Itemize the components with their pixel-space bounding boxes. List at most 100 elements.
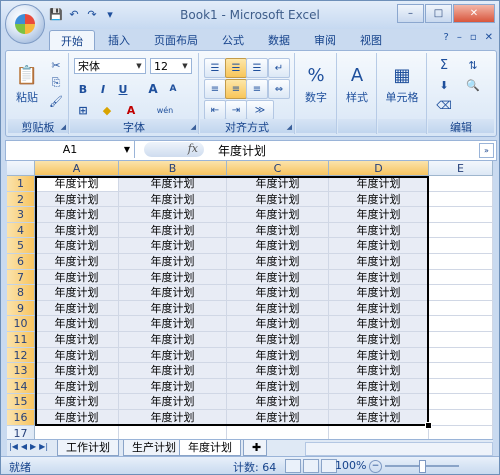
cell-d3[interactable]: 年度计划 [329,207,429,223]
normal-view-icon[interactable] [285,459,301,473]
row-header-4[interactable]: 4 [7,222,35,239]
row-header-13[interactable]: 13 [7,363,35,379]
cell-d17[interactable] [329,425,429,439]
cell-d15[interactable]: 年度计划 [329,394,429,410]
cell-c6[interactable]: 年度计划 [227,254,329,270]
last-sheet-icon[interactable]: ▶| [39,442,48,451]
cell-d4[interactable]: 年度计划 [329,222,429,239]
row-header-10[interactable]: 10 [7,316,35,332]
sheet-tab-work-plan[interactable]: 工作计划 [57,440,119,456]
tab-review[interactable]: 审阅 [303,30,347,50]
font-color-icon[interactable]: A [122,101,140,119]
cell-d10[interactable]: 年度计划 [329,316,429,332]
cell-e3[interactable] [429,207,493,223]
cell-c4[interactable]: 年度计划 [227,222,329,239]
row-header-12[interactable]: 12 [7,347,35,364]
ribbon-restore-button[interactable]: ▫ [470,32,477,43]
align-middle-icon[interactable]: ☰ [225,58,247,78]
zoom-level[interactable]: 100% [335,459,366,472]
cut-icon[interactable]: ✂ [48,57,64,73]
format-painter-icon[interactable]: 🖌 [48,93,64,109]
alignment-launcher-icon[interactable]: ◢ [287,123,292,131]
cell-a12[interactable]: 年度计划 [35,347,119,364]
row-header-6[interactable]: 6 [7,254,35,270]
cell-d1[interactable]: 年度计划 [329,176,429,192]
page-layout-view-icon[interactable] [303,459,319,473]
tab-data[interactable]: 数据 [257,30,301,50]
row-header-3[interactable]: 3 [7,207,35,223]
sort-filter-icon[interactable]: ⇅ [460,57,486,73]
cell-b17[interactable] [119,425,227,439]
underline-button[interactable]: U [114,80,132,98]
number-button[interactable]: % 数字 [298,55,334,111]
clipboard-launcher-icon[interactable]: ◢ [61,123,66,131]
row-header-1[interactable]: 1 [7,176,35,192]
align-left-icon[interactable]: ≡ [204,79,226,99]
zoom-slider-thumb[interactable] [419,460,426,473]
cell-a5[interactable]: 年度计划 [35,238,119,254]
cell-a14[interactable]: 年度计划 [35,378,119,395]
cell-d5[interactable]: 年度计划 [329,238,429,254]
orientation-icon[interactable]: ≫ [246,100,274,120]
cell-c16[interactable]: 年度计划 [227,410,329,426]
font-launcher-icon[interactable]: ◢ [191,123,196,131]
cell-c15[interactable]: 年度计划 [227,394,329,410]
decrease-indent-icon[interactable]: ⇤ [204,100,226,120]
shrink-font-button[interactable]: A [164,80,182,98]
tab-view[interactable]: 视图 [349,30,393,50]
row-header-5[interactable]: 5 [7,238,35,254]
sheet-tab-production-plan[interactable]: 生产计划 [123,440,185,456]
cell-d9[interactable]: 年度计划 [329,300,429,317]
cell-a4[interactable]: 年度计划 [35,222,119,239]
wrap-text-icon[interactable]: ↵ [268,58,290,78]
cell-e5[interactable] [429,238,493,254]
bold-button[interactable]: B [74,80,92,98]
cell-e11[interactable] [429,332,493,348]
fill-icon[interactable]: ⬇ [432,77,456,93]
zoom-out-button[interactable]: − [369,460,382,473]
cell-e13[interactable] [429,363,493,379]
next-sheet-icon[interactable]: ▶ [30,442,36,451]
cell-e4[interactable] [429,222,493,239]
row-header-15[interactable]: 15 [7,394,35,410]
select-all-corner[interactable] [7,161,35,176]
border-icon[interactable]: ⊞ [74,101,92,119]
align-right-icon[interactable]: ≡ [246,79,268,99]
cell-e17[interactable] [429,425,493,439]
cell-b11[interactable]: 年度计划 [119,332,227,348]
cell-a11[interactable]: 年度计划 [35,332,119,348]
cell-b3[interactable]: 年度计划 [119,207,227,223]
cell-b4[interactable]: 年度计划 [119,222,227,239]
cell-a17[interactable] [35,425,119,439]
cell-e1[interactable] [429,176,493,192]
close-button[interactable]: ✕ [453,4,495,23]
column-header-b[interactable]: B [119,161,227,176]
cell-d14[interactable]: 年度计划 [329,378,429,395]
cell-a7[interactable]: 年度计划 [35,269,119,286]
cell-e2[interactable] [429,191,493,208]
name-box[interactable]: A1 ▼ [6,141,135,158]
tab-insert[interactable]: 插入 [97,30,141,50]
clear-icon[interactable]: ⌫ [432,97,456,113]
cell-a8[interactable]: 年度计划 [35,285,119,301]
cell-a9[interactable]: 年度计划 [35,300,119,317]
tab-page-layout[interactable]: 页面布局 [143,30,209,50]
help-icon[interactable]: ? [444,32,449,43]
sheet-tab-annual-plan[interactable]: 年度计划 [179,440,241,456]
copy-icon[interactable]: ⎘ [48,75,64,91]
cell-d7[interactable]: 年度计划 [329,269,429,286]
expand-formula-bar-icon[interactable]: » [479,143,494,158]
cell-e9[interactable] [429,300,493,317]
cell-b7[interactable]: 年度计划 [119,269,227,286]
cell-c12[interactable]: 年度计划 [227,347,329,364]
cell-c10[interactable]: 年度计划 [227,316,329,332]
cell-b10[interactable]: 年度计划 [119,316,227,332]
tab-home[interactable]: 开始 [49,30,95,51]
cells-button[interactable]: ▦ 单元格 [380,55,424,111]
formula-input[interactable]: 年度计划 [218,142,266,159]
row-header-11[interactable]: 11 [7,332,35,348]
cell-b12[interactable]: 年度计划 [119,347,227,364]
cell-e15[interactable] [429,394,493,410]
cell-c1[interactable]: 年度计划 [227,176,329,192]
cell-d12[interactable]: 年度计划 [329,347,429,364]
